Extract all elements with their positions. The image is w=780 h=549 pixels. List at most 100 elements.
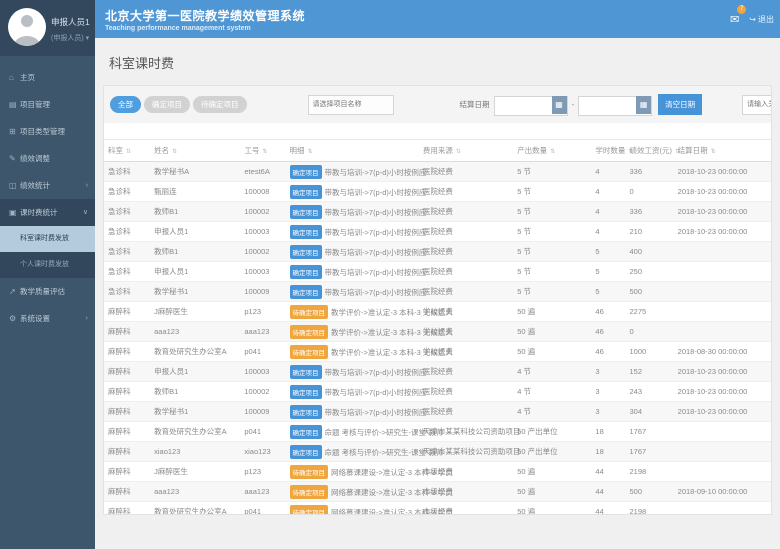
table-row[interactable]: 急诊科申报人员1100003确定项目带教与培训->7(p-d)小时按例应医院经费… (104, 262, 771, 282)
sidebar-item-系统设置[interactable]: ⚙系统设置› (0, 305, 95, 332)
table-row[interactable]: 麻醉科xiao123xiao123确定项目命题 考核与评价->研究生-课堂-教师… (104, 442, 771, 462)
column-header-姓名[interactable]: 姓名⇅ (150, 140, 240, 162)
table-row[interactable]: 麻醉科aaa123aaa123待确定项目教学评价->准认定-3 本科-3 无候选… (104, 322, 771, 342)
name-cell: 教师B1 (150, 202, 240, 222)
column-header-产出数量[interactable]: 产出数量⇅ (513, 140, 591, 162)
column-header-学时数量[interactable]: 学时数量⇅ (591, 140, 625, 162)
name-cell: xiao123 (150, 442, 240, 462)
project-status-tag[interactable]: 待确定项目 (290, 305, 329, 319)
sort-icon[interactable]: ⇅ (126, 149, 131, 155)
table-row[interactable]: 麻醉科申报人员1100003确定项目带教与培训->7(p-d)小时按例应医院经费… (104, 362, 771, 382)
sort-icon[interactable]: ⇅ (308, 149, 313, 155)
table-row[interactable]: 急诊科教学秘书1100009确定项目带教与培训->7(p-d)小时按例应医院经费… (104, 282, 771, 302)
project-status-tag[interactable]: 确定项目 (290, 365, 322, 379)
hours-cell: 4 (591, 182, 625, 202)
sidebar-item-项目类型管理[interactable]: ⊞项目类型管理 (0, 118, 95, 145)
project-status-tag[interactable]: 确定项目 (290, 285, 322, 299)
sort-icon[interactable]: ⇅ (172, 149, 177, 155)
hours-cell: 3 (591, 362, 625, 382)
calendar-icon[interactable]: ▦ (636, 96, 651, 114)
user-role-dropdown[interactable]: (申报人员) ▾ (51, 33, 90, 43)
table-row[interactable]: 急诊科教学秘书Aetest6A确定项目带教与培训->7(p-d)小时按例应医院经… (104, 162, 771, 182)
sidebar-item-绩效统计[interactable]: ◫绩效统计› (0, 172, 95, 199)
column-header-费用来源[interactable]: 费用来源⇅ (419, 140, 513, 162)
keyword-search-input[interactable] (742, 95, 772, 115)
messages-button[interactable]: ✉ 7 (730, 10, 739, 28)
filter-pill-all[interactable]: 全部 (110, 96, 141, 113)
sort-icon[interactable]: ⇅ (456, 149, 461, 155)
calendar-icon[interactable]: ▦ (552, 96, 567, 114)
column-header-结算日期[interactable]: 结算日期⇅ (674, 140, 771, 162)
source-cell: 医院经费 (419, 402, 513, 422)
hours-cell: 18 (591, 422, 625, 442)
id-cell: aaa123 (240, 322, 285, 342)
app-title: 北京大学第一医院教学绩效管理系统 (105, 7, 305, 24)
id-cell: 100002 (240, 382, 285, 402)
name-cell: 教育处研究生办公室A (150, 342, 240, 362)
table-row[interactable]: 急诊科教师B1100002确定项目带教与培训->7(p-d)小时按例应医院经费5… (104, 202, 771, 222)
table-row[interactable]: 麻醉科aaa123aaa123待确定项目网络慕课建设->准认定-3 本科-3 学… (104, 482, 771, 502)
table-row[interactable]: 麻醉科教师B1100002确定项目带教与培训->7(p-d)小时按例应医院经费4… (104, 382, 771, 402)
logout-button[interactable]: ↪ 退出 (749, 14, 774, 25)
filter-pill-pending[interactable]: 待确定项目 (193, 96, 247, 113)
project-status-tag[interactable]: 待确定项目 (290, 345, 329, 359)
project-status-tag[interactable]: 确定项目 (290, 245, 322, 259)
filter-pill-confirmed[interactable]: 确定项目 (144, 96, 190, 113)
sort-icon[interactable]: ⇅ (550, 149, 555, 155)
id-cell: p041 (240, 422, 285, 442)
project-status-tag[interactable]: 待确定项目 (290, 325, 329, 339)
table-row[interactable]: 麻醉科教育处研究生办公室Ap041确定项目命题 考核与评价->研究生-课堂-教师… (104, 422, 771, 442)
user-panel[interactable]: 申报人员1 (申报人员) ▾ (0, 0, 95, 56)
detail-cell: 待确定项目网络慕课建设->准认定-3 本科-3 学员 (286, 482, 419, 502)
sidebar-item-课时费统计[interactable]: ▣课时费统计∨ (0, 199, 95, 226)
project-status-tag[interactable]: 待确定项目 (290, 465, 329, 479)
table-row[interactable]: 麻醉科教育处研究生办公室Ap041待确定项目教学评价->准认定-3 本科-3 无… (104, 342, 771, 362)
id-cell: 100002 (240, 242, 285, 262)
table-row[interactable]: 麻醉科教学秘书1100009确定项目带教与培训->7(p-d)小时按例应医院经费… (104, 402, 771, 422)
project-name-input[interactable] (308, 95, 394, 115)
date-cell (674, 322, 771, 342)
output-cell: 5 节 (513, 242, 591, 262)
table-row[interactable]: 麻醉科J麻醉医生p123待确定项目教学评价->准认定-3 本科-3 无候选人学校… (104, 302, 771, 322)
project-status-tag[interactable]: 确定项目 (290, 225, 322, 239)
project-status-tag[interactable]: 确定项目 (290, 445, 322, 459)
project-status-tag[interactable]: 确定项目 (290, 425, 322, 439)
table-row[interactable]: 急诊科申报人员1100003确定项目带教与培训->7(p-d)小时按例应医院经费… (104, 222, 771, 242)
sidebar-item-绩效调整[interactable]: ✎绩效调整 (0, 145, 95, 172)
project-status-tag[interactable]: 确定项目 (290, 185, 322, 199)
clear-date-button[interactable]: 清空日期 (658, 94, 702, 115)
sidebar-item-主页[interactable]: ⌂主页 (0, 64, 95, 91)
submenu-item-个人课时费发放[interactable]: 个人课时费发放 (0, 252, 95, 278)
project-status-tag[interactable]: 确定项目 (290, 205, 322, 219)
column-header-科室[interactable]: 科室⇅ (104, 140, 150, 162)
sidebar-item-项目管理[interactable]: ▤项目管理 (0, 91, 95, 118)
project-status-tag[interactable]: 确定项目 (290, 265, 322, 279)
submenu-item-科室课时费发放[interactable]: 科室课时费发放 (0, 226, 95, 252)
sort-icon[interactable]: ⇅ (711, 149, 716, 155)
id-cell: 100009 (240, 282, 285, 302)
table-row[interactable]: 急诊科教师B1100002确定项目带教与培训->7(p-d)小时按例应医院经费5… (104, 242, 771, 262)
column-header-工号[interactable]: 工号⇅ (240, 140, 285, 162)
money-icon: ▣ (9, 199, 20, 226)
name-cell: J麻醉医生 (150, 302, 240, 322)
project-status-tag[interactable]: 确定项目 (290, 405, 322, 419)
sidebar-item-教学质量评估[interactable]: ↗教学质量评估 (0, 278, 95, 305)
hours-cell: 4 (591, 162, 625, 182)
project-status-tag[interactable]: 待确定项目 (290, 485, 329, 499)
table-row[interactable]: 急诊科甄丽连100008确定项目带教与培训->7(p-d)小时按例应医院经费5 … (104, 182, 771, 202)
avatar[interactable] (8, 8, 46, 46)
table-row[interactable]: 麻醉科教育处研究生办公室Ap041待确定项目网络慕课建设->准认定-3 本科-3… (104, 502, 771, 516)
detail-cell: 确定项目带教与培训->7(p-d)小时按例应 (286, 202, 419, 222)
name-cell: 申报人员1 (150, 222, 240, 242)
project-status-tag[interactable]: 确定项目 (290, 385, 322, 399)
project-status-tag[interactable]: 待确定项目 (290, 505, 329, 516)
dept-cell: 麻醉科 (104, 402, 150, 422)
column-header-明细[interactable]: 明细⇅ (286, 140, 419, 162)
detail-cell: 确定项目带教与培训->7(p-d)小时按例应 (286, 182, 419, 202)
column-header-绩效工资(元)[interactable]: 绩效工资(元)⇅ (626, 140, 674, 162)
sort-icon[interactable]: ⇅ (262, 149, 267, 155)
table-row[interactable]: 麻醉科J麻醉医生p123待确定项目网络慕课建设->准认定-3 本科-3 学员市级… (104, 462, 771, 482)
salary-cell: 400 (626, 242, 674, 262)
project-status-tag[interactable]: 确定项目 (290, 165, 322, 179)
name-cell: 教育处研究生办公室A (150, 502, 240, 516)
